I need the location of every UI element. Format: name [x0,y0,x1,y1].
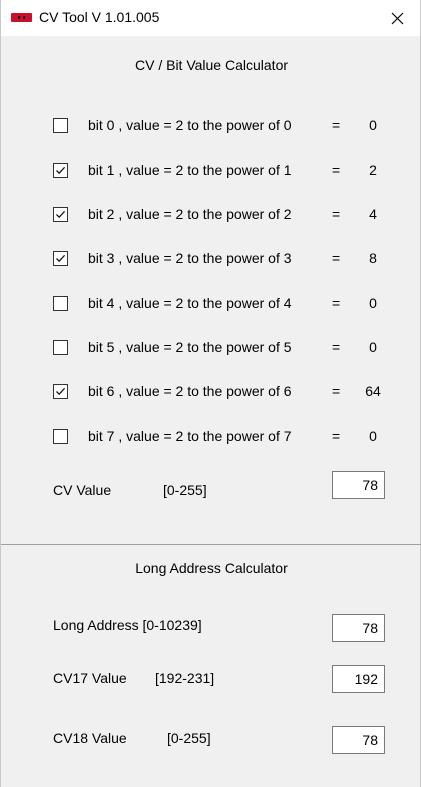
bit-row-4[interactable]: bit 4 , value = 2 to the power of 4 = 0 [53,295,413,315]
close-button[interactable] [374,0,420,36]
cv17-range: [192-231] [155,670,215,686]
bit-checkbox-2[interactable] [53,207,68,222]
bit-checkbox-6[interactable] [53,384,68,399]
cv17-label: CV17 Value [53,670,127,686]
app-icon [11,13,32,22]
long-address-title: Long Address Calculator [135,560,288,576]
cv-tool-window: CV Tool V 1.01.005 CV / Bit Value Calcul… [0,0,421,787]
bit-label-5: bit 5 , value = 2 to the power of 5 [88,339,292,355]
bit-row-3[interactable]: bit 3 , value = 2 to the power of 3 = 8 [53,250,413,270]
equals-sign: = [332,428,341,444]
long-address-label: Long Address [0-10239] [53,617,202,633]
cv17-input[interactable]: 192 [332,665,385,693]
bit-value-4: 0 [369,295,377,311]
cv18-input[interactable]: 78 [332,726,385,754]
bit-label-1: bit 1 , value = 2 to the power of 1 [88,162,292,178]
section-divider [1,544,421,545]
bit-value-7: 0 [369,428,377,444]
bit-value-1: 2 [369,162,377,178]
bit-label-6: bit 6 , value = 2 to the power of 6 [88,383,292,399]
bit-checkbox-3[interactable] [53,251,68,266]
bit-row-0[interactable]: bit 0 , value = 2 to the power of 0 = 0 [53,117,413,137]
bit-value-2: 4 [369,206,377,222]
equals-sign: = [332,117,341,133]
bit-checkbox-7[interactable] [53,429,68,444]
equals-sign: = [332,383,341,399]
checkmark-icon [56,254,66,263]
bit-label-0: bit 0 , value = 2 to the power of 0 [88,117,292,133]
equals-sign: = [332,250,341,266]
bit-label-3: bit 3 , value = 2 to the power of 3 [88,250,292,266]
bit-checkbox-5[interactable] [53,340,68,355]
close-icon [391,12,403,24]
checkmark-icon [56,210,66,219]
bit-row-5[interactable]: bit 5 , value = 2 to the power of 5 = 0 [53,339,413,359]
long-address-input[interactable]: 78 [332,614,385,642]
bit-value-0: 0 [369,117,377,133]
bit-checkbox-1[interactable] [53,163,68,178]
bit-calculator-title: CV / Bit Value Calculator [134,57,289,73]
bit-checkbox-0[interactable] [53,118,68,133]
cv-value-label: CV Value [53,482,112,498]
equals-sign: = [332,295,341,311]
bit-checkbox-4[interactable] [53,296,68,311]
window-title: CV Tool V 1.01.005 [39,9,160,25]
bit-value-3: 8 [369,250,377,266]
cv-value-range: [0-255] [163,482,207,498]
bit-value-6: 64 [365,383,381,399]
bit-row-1[interactable]: bit 1 , value = 2 to the power of 1 = 2 [53,162,413,182]
bit-row-7[interactable]: bit 7 , value = 2 to the power of 7 = 0 [53,428,413,448]
equals-sign: = [332,162,341,178]
bit-label-2: bit 2 , value = 2 to the power of 2 [88,206,292,222]
cv18-label: CV18 Value [53,730,127,746]
checkmark-icon [56,387,66,396]
equals-sign: = [332,206,341,222]
bit-row-2[interactable]: bit 2 , value = 2 to the power of 2 = 4 [53,206,413,226]
cv18-range: [0-255] [167,730,211,746]
cv-value-input[interactable]: 78 [332,471,385,499]
bit-label-7: bit 7 , value = 2 to the power of 7 [88,428,292,444]
title-bar[interactable]: CV Tool V 1.01.005 [1,0,420,36]
bit-label-4: bit 4 , value = 2 to the power of 4 [88,295,292,311]
checkmark-icon [56,166,66,175]
equals-sign: = [332,339,341,355]
bit-row-6[interactable]: bit 6 , value = 2 to the power of 6 = 64 [53,383,413,403]
bit-value-5: 0 [369,339,377,355]
